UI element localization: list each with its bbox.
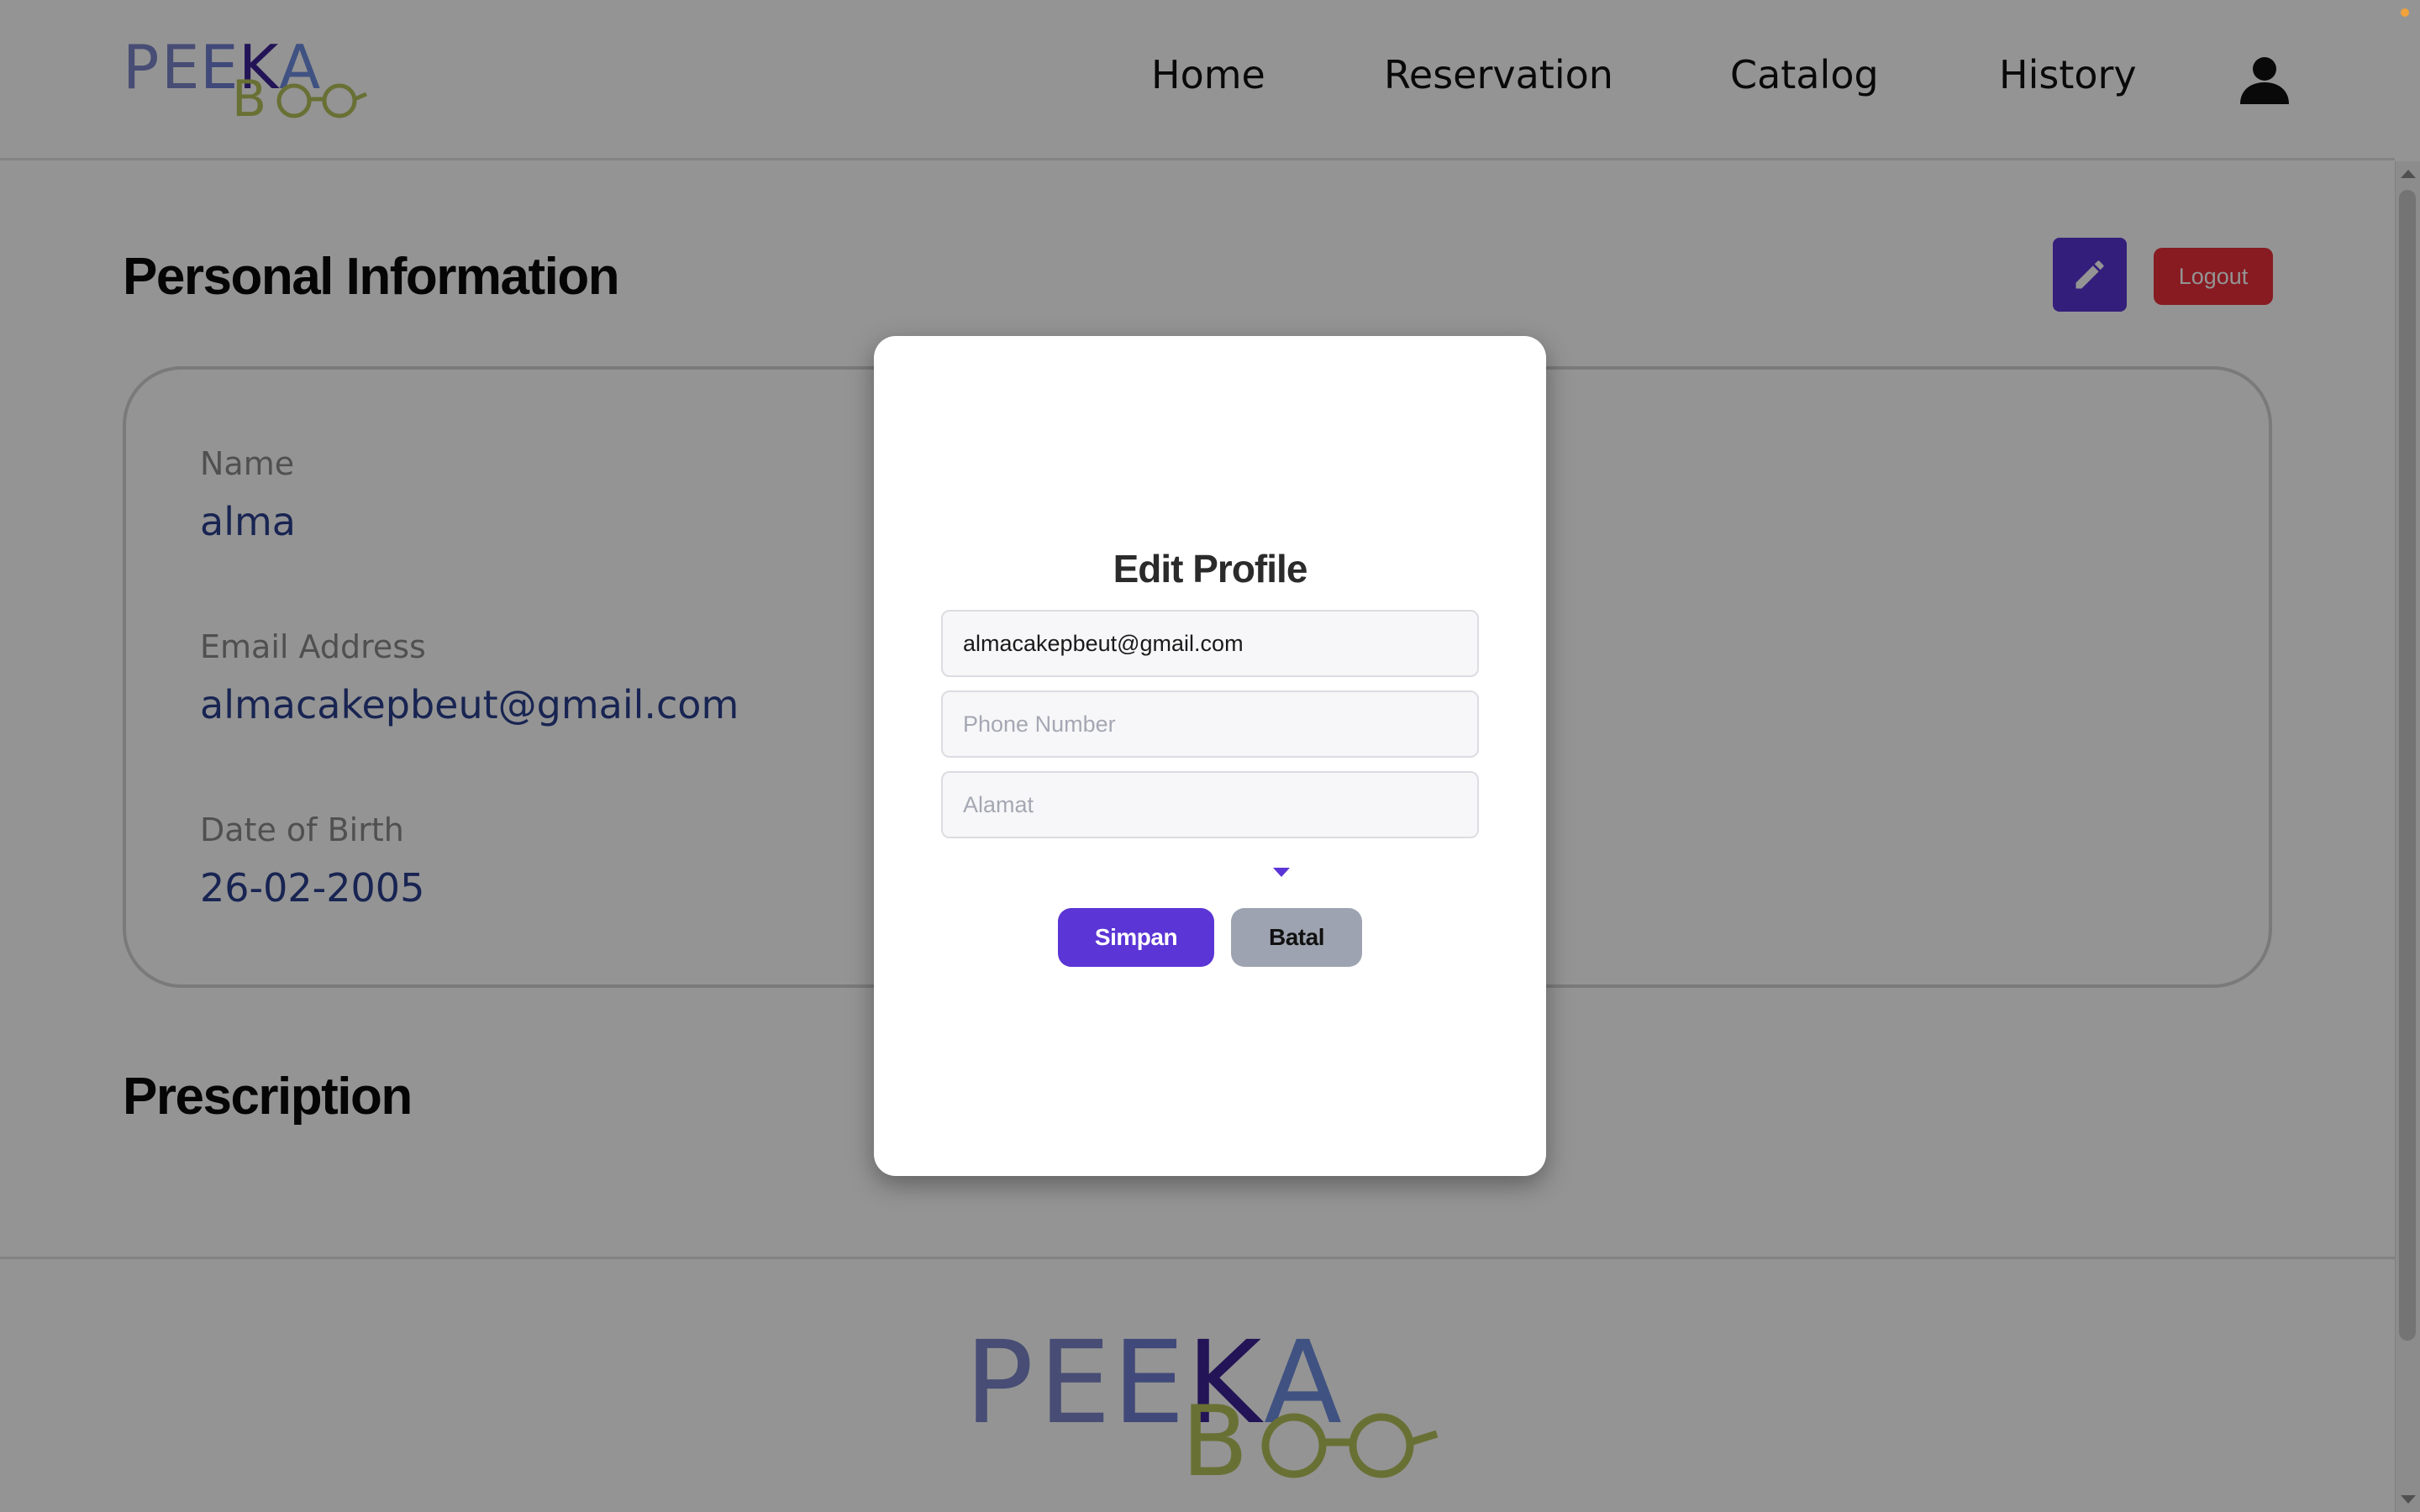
address-input[interactable] bbox=[941, 771, 1479, 838]
cancel-button[interactable]: Batal bbox=[1231, 908, 1362, 967]
indicator-dot-icon bbox=[2401, 8, 2409, 17]
modal-title: Edit Profile bbox=[1113, 547, 1308, 591]
phone-input[interactable] bbox=[941, 690, 1479, 758]
email-input[interactable] bbox=[941, 610, 1479, 677]
caret-down-icon[interactable] bbox=[1273, 868, 1290, 877]
edit-profile-modal: Edit Profile Simpan Batal bbox=[874, 336, 1546, 1176]
save-button[interactable]: Simpan bbox=[1058, 908, 1214, 967]
